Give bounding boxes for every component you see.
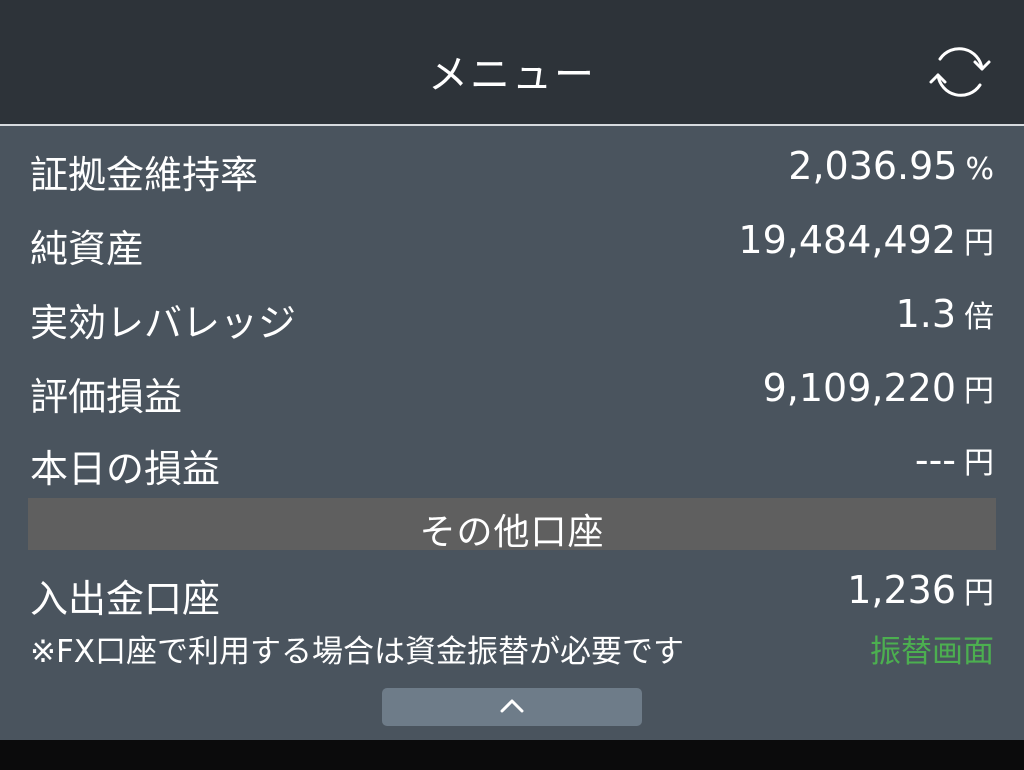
- menu-panel: メニュー 証拠金維持率 2,036.95% 純資産 19,484,492 円 実効…: [0, 0, 1024, 740]
- section-title: その他口座: [419, 512, 605, 553]
- deposit-account-row: 入出金口座 1,236 円: [30, 562, 994, 621]
- effective-leverage-label: 実効レバレッジ: [30, 301, 297, 345]
- margin-ratio-unit: %: [965, 152, 994, 187]
- effective-leverage-value: 1.3: [895, 292, 956, 336]
- today-pl-label: 本日の損益: [30, 447, 221, 491]
- effective-leverage-row: 実効レバレッジ 1.3 倍: [30, 286, 994, 345]
- transfer-screen-link[interactable]: 振替画面: [870, 626, 994, 671]
- unrealized-pl-row: 評価損益 9,109,220 円: [30, 360, 994, 419]
- header-bar: メニュー: [0, 0, 1024, 126]
- deposit-account-label: 入出金口座: [30, 577, 221, 621]
- unrealized-pl-value: 9,109,220: [762, 366, 956, 410]
- margin-ratio-value: 2,036.95: [788, 144, 958, 188]
- refresh-button[interactable]: [924, 36, 996, 108]
- transfer-note-row: ※FX口座で利用する場合は資金振替が必要です 振替画面: [30, 626, 994, 670]
- net-assets-unit: 円: [964, 226, 994, 261]
- page-title: メニュー: [428, 52, 596, 98]
- other-accounts-section-header: その他口座: [28, 498, 996, 553]
- margin-ratio-label: 証拠金維持率: [30, 153, 259, 197]
- transfer-note: ※FX口座で利用する場合は資金振替が必要です: [30, 634, 685, 670]
- unrealized-pl-unit: 円: [964, 374, 994, 409]
- today-pl-unit: 円: [964, 446, 994, 481]
- effective-leverage-unit: 倍: [964, 300, 994, 335]
- net-assets-label: 純資産: [30, 227, 145, 271]
- today-pl-value: ---: [914, 438, 956, 482]
- chevron-up-icon: [500, 699, 524, 713]
- margin-ratio-row: 証拠金維持率 2,036.95%: [30, 138, 994, 197]
- collapse-button[interactable]: [382, 688, 642, 726]
- deposit-account-value: 1,236: [847, 568, 956, 612]
- unrealized-pl-label: 評価損益: [30, 375, 183, 419]
- deposit-account-unit: 円: [964, 576, 994, 611]
- net-assets-row: 純資産 19,484,492 円: [30, 212, 994, 271]
- net-assets-value: 19,484,492: [738, 218, 956, 262]
- today-pl-row: 本日の損益 --- 円: [30, 432, 994, 491]
- refresh-icon: [929, 47, 991, 97]
